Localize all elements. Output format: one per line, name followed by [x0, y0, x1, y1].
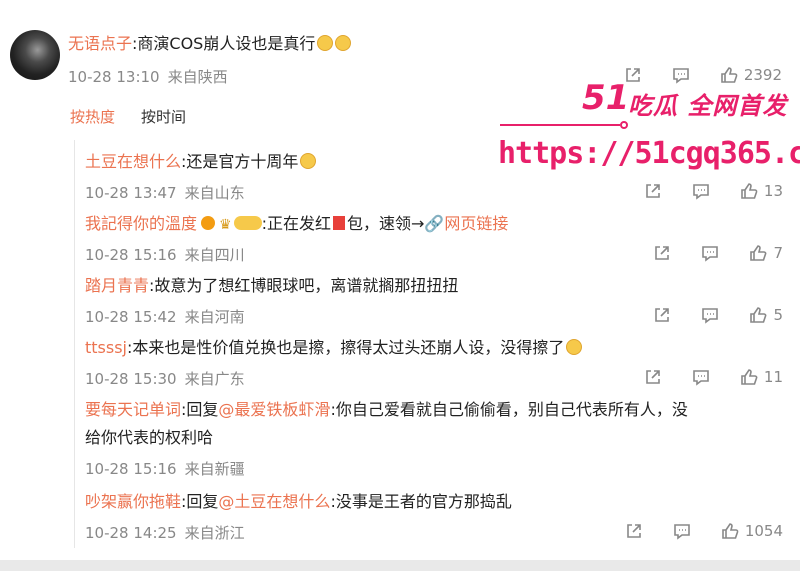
reply-line: 土豆在想什么:还是官方十周年: [85, 148, 317, 172]
level-badge: [233, 216, 262, 230]
reply-line: 踏月青青:故意为了想红博眼球吧，离谱就搁那扭扭扭: [85, 272, 458, 296]
web-link[interactable]: 🔗网页链接: [424, 214, 508, 233]
like-icon[interactable]: [721, 522, 739, 540]
reply-text-cont: 包，速领→: [346, 214, 425, 233]
reply-text: :故意为了想红博眼球吧，离谱就搁那扭扭扭: [149, 276, 459, 295]
timestamp: 10-28 14:25: [85, 524, 177, 542]
share-icon[interactable]: [644, 182, 662, 200]
comment-card: 无语点子:商演COS崩人设也是真行 10-28 13:10 来自陕西 2392 5…: [0, 0, 800, 560]
reply-actions: 5: [623, 306, 783, 324]
timestamp: 10-28 15:16: [85, 460, 177, 478]
watermark-number: 51: [582, 78, 630, 118]
reply-meta: 10-28 15:30 来自广东: [85, 368, 253, 389]
reply-actions: 13: [614, 182, 783, 200]
watermark-dot: [620, 121, 628, 129]
timestamp: 10-28 15:42: [85, 308, 177, 326]
like-icon[interactable]: [740, 182, 758, 200]
like-count: 11: [763, 368, 783, 386]
reply-meta: 10-28 15:16 来自新疆: [85, 458, 253, 479]
emoji-icon: [317, 35, 334, 51]
reply-text: :还是官方十周年: [181, 152, 299, 171]
comment-meta: 10-28 13:10 来自陕西: [68, 66, 236, 87]
username-link[interactable]: 无语点子: [68, 34, 132, 53]
reply-prefix: :回复: [181, 492, 219, 511]
location: 来自山东: [184, 184, 245, 202]
reply-text: :你自己爱看就自己偷偷看，别自己代表所有人，没: [330, 400, 688, 419]
like-count: 7: [773, 244, 783, 262]
reply-line: 吵架赢你拖鞋:回复@土豆在想什么:没事是王者的官方那捣乱: [85, 488, 512, 512]
red-envelope-icon: [332, 216, 345, 230]
reply-line-cont: 给你代表的权利哈: [85, 428, 214, 447]
username-link[interactable]: 踏月青青: [85, 276, 149, 295]
reply-meta: 10-28 15:16 来自四川: [85, 244, 253, 265]
mention-link[interactable]: @最爱铁板虾滑: [218, 400, 330, 419]
reply-line: 我記得你的溫度 ♛ :正在发红 包，速领→🔗网页链接: [85, 210, 508, 234]
reply-line: ttsssj:本来也是性价值兑换也是擦，擦得太过头还崩人设，没得擦了: [85, 334, 583, 358]
watermark-line: [500, 124, 620, 126]
watermark-text: 吃瓜 全网首发: [628, 92, 788, 120]
username-link[interactable]: 我記得你的溫度: [85, 214, 197, 233]
timestamp: 10-28 15:30: [85, 370, 177, 388]
share-icon[interactable]: [653, 244, 671, 262]
like-count: 13: [763, 182, 783, 200]
timestamp: 10-28 13:47: [85, 184, 177, 202]
timestamp: 10-28 15:16: [85, 246, 177, 264]
reply-actions: 1054: [595, 522, 783, 540]
like-count: 5: [773, 306, 783, 324]
reply-meta: 10-28 15:42 来自河南: [85, 306, 253, 327]
reply-actions: 7: [623, 244, 783, 262]
location: 来自广东: [184, 370, 245, 388]
like-icon[interactable]: [740, 368, 758, 386]
comment-line: 无语点子:商演COS崩人设也是真行: [68, 30, 352, 54]
emoji-icon: [300, 153, 317, 169]
username-link[interactable]: 要每天记单词: [85, 400, 181, 419]
emoji-icon: [566, 339, 583, 355]
comment-icon[interactable]: [701, 244, 719, 262]
username-link[interactable]: ttsssj: [85, 338, 127, 357]
like-icon[interactable]: [749, 306, 767, 324]
reply-meta: 10-28 14:25 来自浙江: [85, 522, 253, 543]
share-icon[interactable]: [625, 522, 643, 540]
sort-tabs: 按热度 按时间: [70, 106, 186, 127]
location: 来自浙江: [184, 524, 245, 542]
reply-actions: 11: [614, 368, 783, 386]
timestamp: 10-28 13:10: [68, 68, 160, 86]
tab-hot[interactable]: 按热度: [70, 108, 115, 126]
avatar[interactable]: [10, 30, 60, 80]
location: 来自四川: [184, 246, 245, 264]
reply-thread: 土豆在想什么:还是官方十周年 10-28 13:47 来自山东 13 我記得你的溫…: [74, 140, 785, 548]
reply-text: :本来也是性价值兑换也是擦，擦得太过头还崩人设，没得擦了: [127, 338, 565, 357]
mention-link[interactable]: @土豆在想什么: [218, 492, 330, 511]
location: 来自陕西: [167, 68, 228, 86]
verified-icon: [201, 216, 216, 230]
web-link-label: 网页链接: [444, 214, 509, 233]
location: 来自河南: [184, 308, 245, 326]
watermark-brand: 51 吃瓜 全网首发: [500, 78, 800, 126]
emoji-icon: [335, 35, 352, 51]
reply-prefix: :回复: [181, 400, 219, 419]
location: 来自新疆: [184, 460, 245, 478]
comment-text: :商演COS崩人设也是真行: [132, 34, 316, 53]
username-link[interactable]: 土豆在想什么: [85, 152, 181, 171]
comment-icon[interactable]: [701, 306, 719, 324]
username-link[interactable]: 吵架赢你拖鞋: [85, 492, 181, 511]
share-icon[interactable]: [644, 368, 662, 386]
like-icon[interactable]: [749, 244, 767, 262]
share-icon[interactable]: [653, 306, 671, 324]
reply-text: :没事是王者的官方那捣乱: [330, 492, 512, 511]
crown-icon: ♛: [219, 217, 232, 233]
comment-icon[interactable]: [692, 182, 710, 200]
comment-icon[interactable]: [692, 368, 710, 386]
comment-icon[interactable]: [673, 522, 691, 540]
reply-text: :正在发红: [261, 214, 331, 233]
reply-meta: 10-28 13:47 来自山东: [85, 182, 253, 203]
reply-line: 要每天记单词:回复@最爱铁板虾滑:你自己爱看就自己偷偷看，别自己代表所有人，没: [85, 396, 688, 420]
like-count: 1054: [744, 522, 783, 540]
tab-time[interactable]: 按时间: [141, 108, 186, 126]
